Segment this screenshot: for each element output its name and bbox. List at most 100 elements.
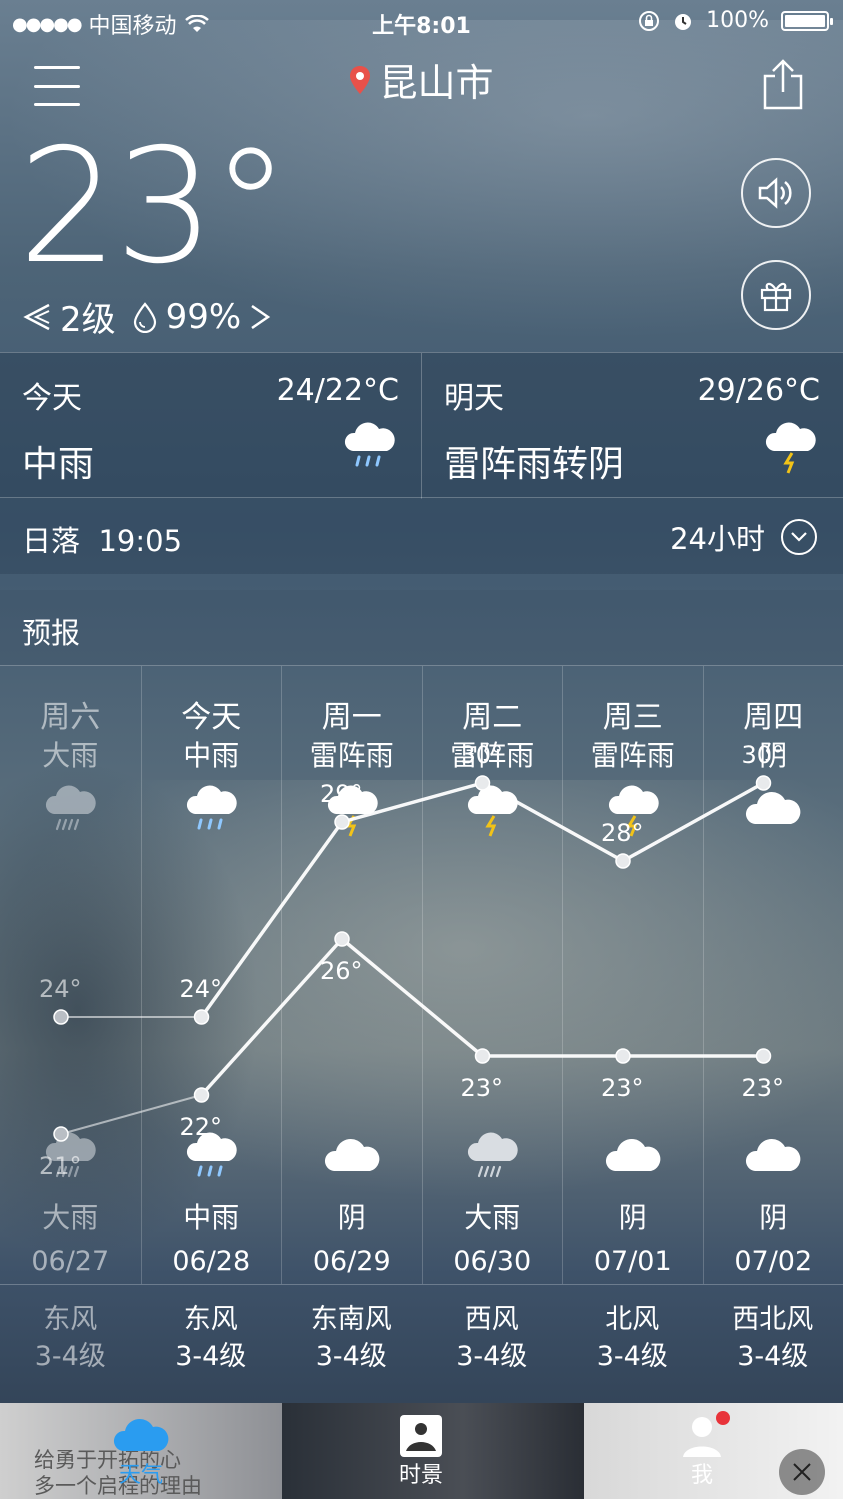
battery-icon	[781, 10, 833, 31]
low-temp-label: 26°	[320, 957, 363, 985]
high-temp-point	[53, 1009, 69, 1025]
tomorrow-label: 明天	[444, 381, 504, 416]
voice-broadcast-button[interactable]	[741, 158, 811, 228]
sunset-info: 日落 19:05	[22, 518, 182, 560]
wind-direction: 东南风	[310, 1304, 392, 1335]
tab-me[interactable]: 我	[632, 1407, 772, 1497]
forecast-wind: 西风 3-4级	[422, 1301, 563, 1375]
forecast-header: 预报	[0, 590, 843, 666]
low-temp-point	[474, 1048, 491, 1064]
high-temp-point	[615, 853, 631, 869]
high-temp-line-segment	[200, 820, 344, 1019]
wind-level: 3-4级	[175, 1341, 247, 1372]
low-temp-label: 23°	[461, 1074, 504, 1102]
tab-weather[interactable]: 天气	[71, 1407, 211, 1497]
high-temp-line-segment	[341, 781, 483, 824]
high-temp-label: 30°	[461, 741, 504, 769]
gift-icon	[760, 282, 792, 312]
location-pin-icon	[350, 65, 371, 94]
wind-level: 3-4级	[596, 1341, 668, 1372]
battery-percent: 100%	[706, 8, 769, 33]
current-temperature: 23°	[18, 115, 290, 299]
low-temp-label: 21°	[39, 1152, 82, 1180]
low-temp-label: 23°	[742, 1074, 785, 1102]
high-temp-label: 29°	[320, 780, 363, 808]
wind-level: 2级	[60, 300, 116, 340]
today-card[interactable]: 今天 24/22°C 中雨	[0, 353, 421, 499]
wind-row: 东风 3-4级 东风 3-4级 东南风 3-4级 西风 3-4级 北风 3-4级 西北风 3-4级	[0, 1284, 843, 1398]
speaker-icon	[758, 177, 792, 209]
notification-badge	[716, 1411, 730, 1425]
tomorrow-card[interactable]: 明天 29/26°C 雷阵雨转阴	[421, 353, 842, 499]
low-temp-point	[334, 931, 350, 947]
humidity-drop-icon	[133, 301, 156, 333]
high-temp-point	[474, 775, 491, 791]
humidity-value: 99%	[165, 296, 242, 337]
close-icon	[793, 1463, 811, 1481]
wind-humidity-row[interactable]: 2级 99%	[22, 292, 271, 341]
city-name: 昆山市	[379, 61, 494, 105]
low-temp-point	[755, 1048, 772, 1064]
tab-bar: 给勇于开拓的心 多一个启程的理由 天气 时景 我	[0, 1403, 843, 1499]
today-label: 今天	[22, 381, 82, 416]
wind-level: 3-4级	[315, 1341, 387, 1372]
forecast-wind: 东风 3-4级	[0, 1301, 141, 1375]
high-temp-line-segment	[622, 781, 765, 863]
wind-direction: 西风	[464, 1304, 519, 1335]
low-temp-label: 23°	[601, 1074, 644, 1102]
sunset-time: 19:05	[98, 524, 183, 558]
alarm-icon	[675, 13, 692, 30]
chevron-left-icon	[23, 303, 50, 330]
high-temp-label: 24°	[39, 975, 82, 1003]
high-temp-point	[755, 775, 772, 791]
high-temp-label: 30°	[742, 741, 785, 769]
high-temp-label: 28°	[601, 819, 644, 847]
wind-direction: 东风	[183, 1304, 238, 1335]
high-temp-label: 24°	[180, 975, 223, 1003]
high-temp-point	[193, 1009, 210, 1025]
sunset-label: 日落	[22, 524, 81, 558]
picture-icon	[400, 1415, 442, 1457]
tab-scenery-label: 时景	[398, 1463, 443, 1488]
cloud-icon	[113, 1418, 169, 1451]
tomorrow-condition: 雷阵雨转阴	[444, 444, 625, 485]
sunset-bar: 日落 19:05 24小时	[0, 498, 843, 574]
ad-close-button[interactable]	[779, 1449, 825, 1495]
tab-me-label: 我	[690, 1463, 713, 1488]
hourly-toggle[interactable]: 24小时	[670, 516, 817, 558]
forecast-wind: 东风 3-4级	[141, 1301, 282, 1375]
rotation-lock-icon	[639, 10, 660, 31]
forecast-wind: 西北风 3-4级	[703, 1301, 843, 1375]
wind-level: 3-4级	[737, 1341, 809, 1372]
chevron-right-icon	[251, 304, 271, 329]
tomorrow-range: 29/26°C	[697, 373, 820, 408]
share-icon[interactable]	[761, 58, 805, 110]
low-temp-label: 22°	[180, 1113, 223, 1141]
today-tomorrow-panel: 今天 24/22°C 中雨 明天 29/26°C 雷阵雨转阴	[0, 352, 843, 499]
today-range: 24/22°C	[276, 373, 399, 408]
location[interactable]: 昆山市	[0, 52, 843, 107]
wind-direction: 北风	[605, 1304, 660, 1335]
chevron-down-icon	[781, 519, 817, 555]
forecast-wind: 北风 3-4级	[562, 1301, 703, 1375]
temperature-chart: 24° 24° 29° 30° 28° 30° 21° 22° 26° 23° 23° 23°	[39, 741, 785, 1180]
low-temp-line-segment	[340, 937, 484, 1058]
tab-weather-label: 天气	[118, 1463, 163, 1488]
forecast-title: 预报	[22, 616, 81, 650]
wind-direction: 东风	[43, 1304, 98, 1335]
today-condition: 中雨	[22, 444, 95, 485]
tab-scenery[interactable]: 时景	[351, 1407, 491, 1497]
low-temp-point	[53, 1126, 69, 1142]
wind-level: 3-4级	[34, 1341, 106, 1372]
low-temp-point	[615, 1048, 631, 1064]
wind-direction: 西北风	[732, 1304, 814, 1335]
status-bar: ●●●●● 中国移动 上午8:01 100%	[0, 0, 843, 42]
wind-level: 3-4级	[456, 1341, 528, 1372]
forecast-wind: 东南风 3-4级	[281, 1301, 422, 1375]
gift-button[interactable]	[741, 260, 811, 330]
hourly-label: 24小时	[670, 522, 765, 556]
low-temp-point	[193, 1087, 210, 1103]
high-temp-point	[334, 814, 350, 830]
thunder-rain-icon	[765, 422, 816, 474]
rain-moderate-icon	[344, 422, 395, 467]
